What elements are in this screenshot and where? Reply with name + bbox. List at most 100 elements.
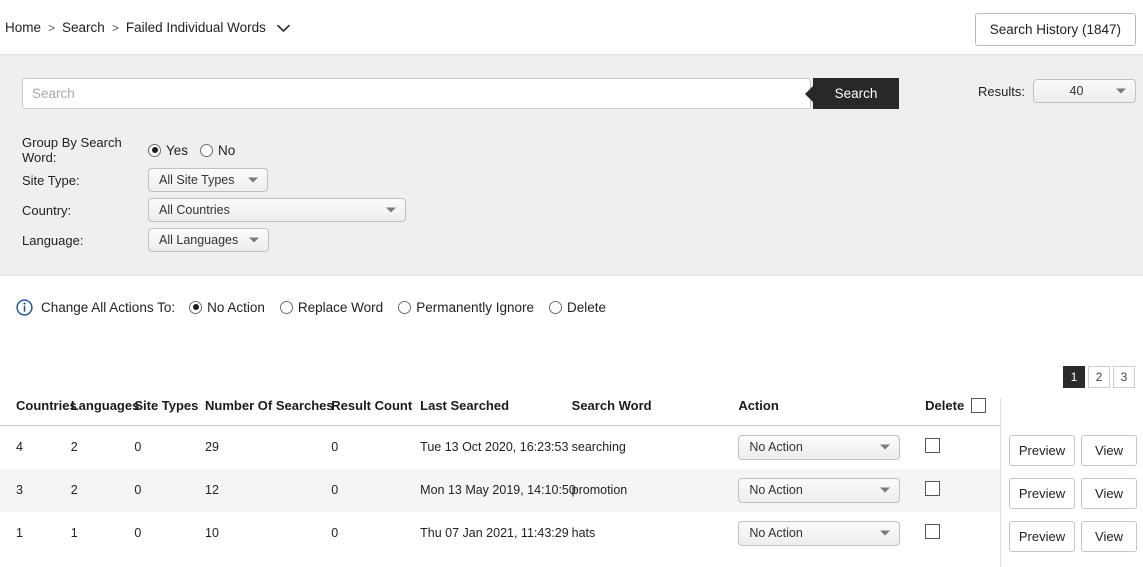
header-delete: Delete <box>925 398 1000 426</box>
row-buttons-3: Preview View <box>1008 515 1143 558</box>
radio-group-by-no[interactable]: No <box>200 143 235 158</box>
breadcrumb-item-failed-individual-words[interactable]: Failed Individual Words <box>126 20 266 35</box>
row-action-dropdown[interactable]: No Action <box>738 477 901 503</box>
table-body: 4 2 0 29 0 Tue 13 Oct 2020, 16:23:53 sea… <box>0 426 1000 555</box>
cell-languages: 2 <box>70 440 78 455</box>
search-button[interactable]: Search <box>813 78 899 109</box>
cell-last-searched: Thu 07 Jan 2021, 11:43:29 <box>420 526 569 540</box>
top-bar: Home > Search > Failed Individual Words … <box>0 0 1143 54</box>
radio-action-no-action[interactable]: No Action <box>189 300 265 315</box>
pagination-label: 3 <box>1120 370 1128 384</box>
cell-last-searched: Tue 13 Oct 2020, 16:23:53 <box>420 440 569 455</box>
header-result-count[interactable]: Result Count <box>331 398 421 426</box>
cell-site-types: 0 <box>134 440 142 455</box>
search-input[interactable] <box>22 78 811 109</box>
chevron-down-icon <box>880 487 891 493</box>
view-label: View <box>1095 529 1123 544</box>
cell-result-count: 0 <box>331 526 339 540</box>
radio-label: Replace Word <box>297 299 384 315</box>
radio-action-replace-word[interactable]: Replace Word <box>279 299 384 315</box>
table-row: 4 2 0 29 0 Tue 13 Oct 2020, 16:23:53 sea… <box>0 426 1000 469</box>
radio-label: Delete <box>567 299 607 315</box>
radio-group-by-yes[interactable]: Yes <box>148 143 188 158</box>
preview-button[interactable]: Preview <box>1009 478 1075 509</box>
breadcrumb-separator: > <box>111 20 119 35</box>
results-group: Results: 40 <box>978 79 1136 103</box>
cell-delete <box>925 468 1000 512</box>
header-delete-label: Delete <box>925 398 965 413</box>
language-row: Language: All Languages <box>22 225 406 255</box>
preview-label: Preview <box>1018 443 1066 458</box>
preview-button[interactable]: Preview <box>1009 521 1075 552</box>
table-row: 3 2 0 12 0 Mon 13 May 2019, 14:10:50 pro… <box>0 468 1000 512</box>
preview-button[interactable]: Preview <box>1009 435 1075 466</box>
cell-delete <box>925 426 1000 469</box>
cell-languages: 2 <box>70 468 135 512</box>
header-last-searched[interactable]: Last Searched <box>420 398 572 426</box>
country-dropdown[interactable]: All Countries <box>148 198 406 222</box>
radio-action-permanently-ignore[interactable]: Permanently Ignore <box>398 300 534 315</box>
chevron-down-icon[interactable] <box>277 21 290 36</box>
radio-indicator <box>148 143 161 157</box>
table-header-row: Countries Languages Site Types Number Of… <box>0 398 1000 426</box>
cell-countries: 4 <box>16 440 23 455</box>
language-value: All Languages <box>159 233 239 247</box>
pagination-page-2[interactable]: 2 <box>1088 366 1110 388</box>
header-languages[interactable]: Languages <box>70 398 139 426</box>
pagination: 1 2 3 <box>1063 366 1135 388</box>
breadcrumb-item-home[interactable]: Home <box>5 20 41 35</box>
header-countries[interactable]: Countries <box>0 398 77 426</box>
row-action-value: No Action <box>749 440 803 455</box>
cell-result-count: 0 <box>331 440 339 455</box>
results-label: Results: <box>978 83 1025 99</box>
header-site-types[interactable]: Site Types <box>134 398 206 426</box>
results-per-page-dropdown[interactable]: 40 <box>1032 79 1136 103</box>
row-buttons-1: Preview View <box>1008 429 1143 472</box>
view-button[interactable]: View <box>1081 521 1137 552</box>
cell-action: No Action <box>738 512 925 555</box>
search-history-button[interactable]: Search History (1847) <box>974 13 1136 46</box>
radio-label: Permanently Ignore <box>416 299 535 315</box>
page-root: Home > Search > Failed Individual Words … <box>0 0 1143 567</box>
row-action-value: No Action <box>749 483 803 497</box>
cell-action: No Action <box>738 426 925 469</box>
filter-panel: Search Results: 40 Group By Search Word:… <box>0 54 1143 276</box>
row-delete-checkbox[interactable] <box>925 438 941 454</box>
cell-site-types: 0 <box>134 468 206 512</box>
pagination-page-1[interactable]: 1 <box>1063 366 1085 388</box>
cell-action: No Action <box>738 468 926 512</box>
select-all-delete-checkbox[interactable] <box>971 398 987 413</box>
results-table-wrap: Countries Languages Site Types Number Of… <box>0 398 1143 555</box>
radio-indicator <box>279 300 293 314</box>
info-circle-icon[interactable] <box>16 298 33 316</box>
cell-countries: 1 <box>16 526 23 540</box>
header-search-word[interactable]: Search Word <box>571 398 739 426</box>
row-delete-checkbox[interactable] <box>925 524 941 539</box>
view-button[interactable]: View <box>1081 435 1137 466</box>
radio-indicator <box>189 300 203 314</box>
cell-countries: 3 <box>0 468 71 512</box>
cell-languages: 1 <box>70 526 78 540</box>
row-action-dropdown[interactable]: No Action <box>738 434 901 460</box>
row-delete-checkbox[interactable] <box>925 481 941 496</box>
header-action[interactable]: Action <box>738 398 926 426</box>
header-number-of-searches[interactable]: Number Of Searches <box>205 398 334 426</box>
search-history-label: Search History (1847) <box>989 22 1121 37</box>
group-by-search-word-row: Group By Search Word: Yes No <box>22 135 406 165</box>
cell-search-word: searching <box>571 440 626 455</box>
chevron-down-icon <box>880 444 891 450</box>
row-action-dropdown[interactable]: No Action <box>738 520 901 546</box>
breadcrumb-separator: > <box>48 20 56 35</box>
pagination-page-3[interactable]: 3 <box>1113 366 1135 388</box>
cell-last-searched: Mon 13 May 2019, 14:10:50 <box>420 468 576 512</box>
language-dropdown[interactable]: All Languages <box>148 228 269 252</box>
radio-action-delete[interactable]: Delete <box>549 300 606 315</box>
cell-number-of-searches: 29 <box>205 440 219 455</box>
breadcrumb-item-search[interactable]: Search <box>62 20 105 35</box>
site-type-dropdown[interactable]: All Site Types <box>148 168 268 192</box>
view-label: View <box>1095 443 1123 458</box>
radio-indicator <box>549 300 563 314</box>
view-button[interactable]: View <box>1081 478 1137 509</box>
pagination-label: 1 <box>1070 370 1078 384</box>
cell-number-of-searches: 12 <box>205 468 332 512</box>
